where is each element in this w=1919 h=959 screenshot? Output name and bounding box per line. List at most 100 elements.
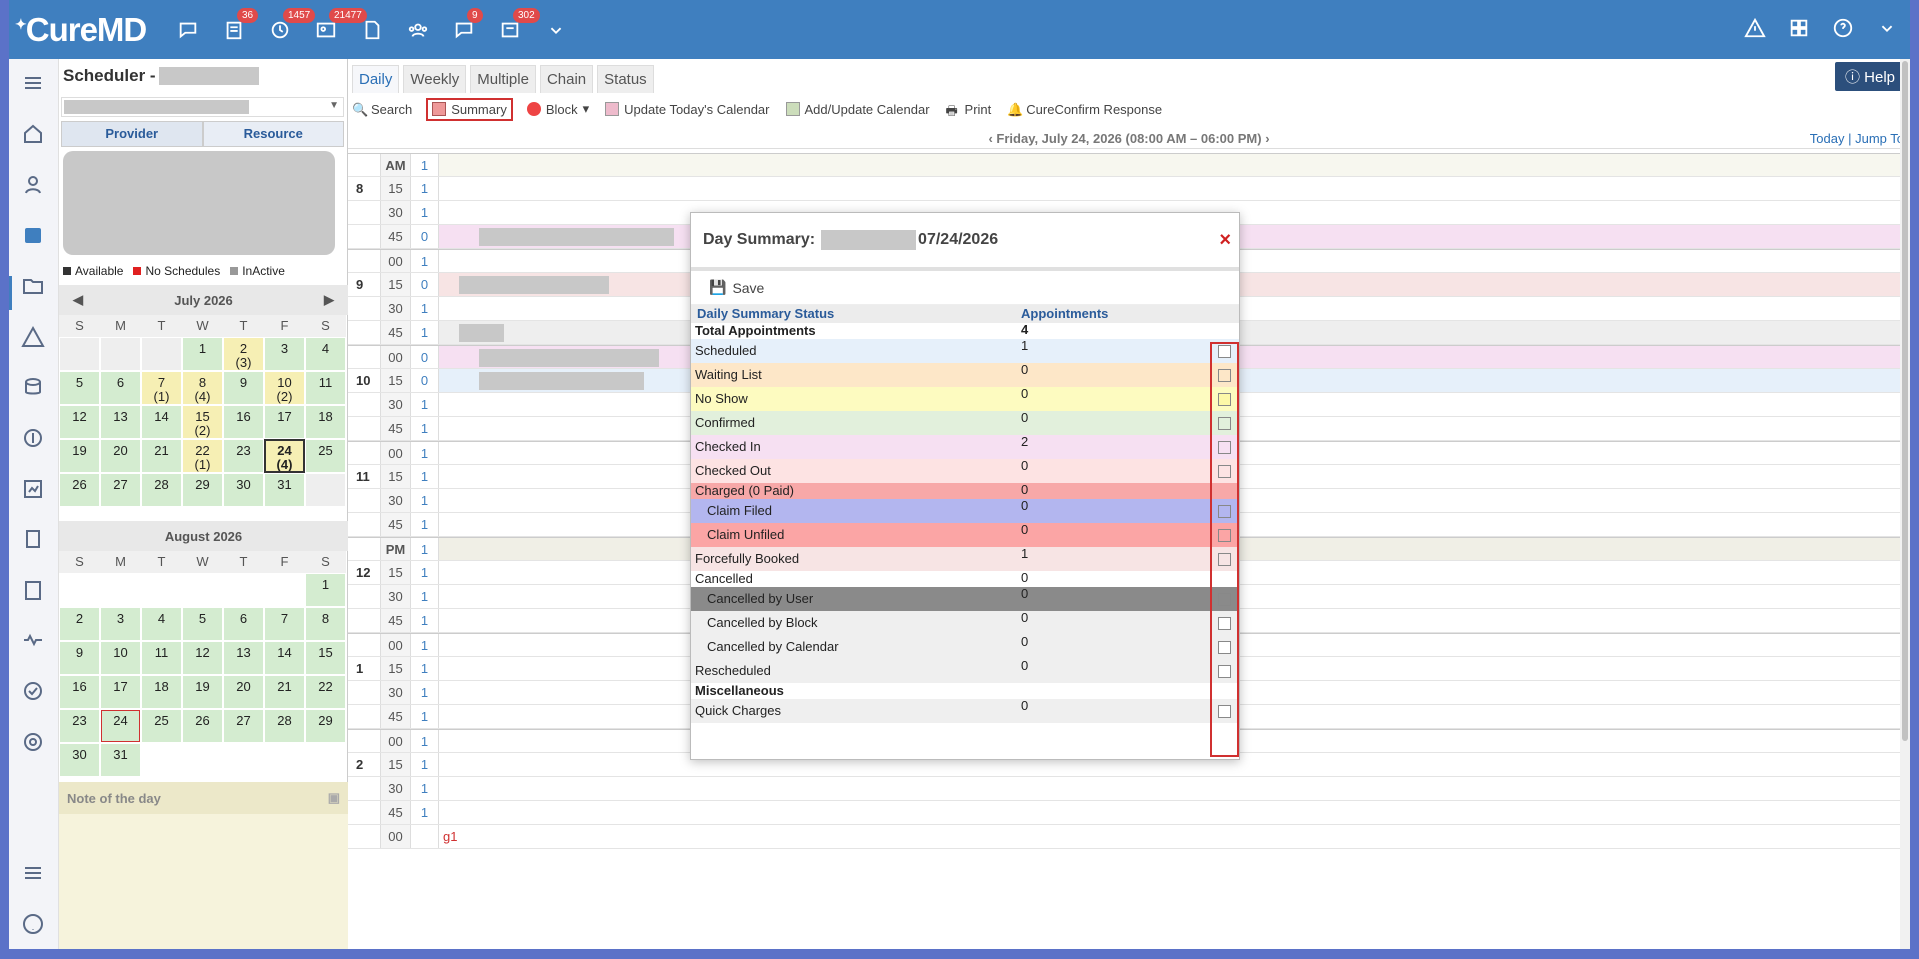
day-cell[interactable]: 3 bbox=[100, 607, 141, 641]
schedule-row[interactable]: 45 1 bbox=[348, 801, 1910, 825]
day-cell[interactable]: 29 bbox=[182, 473, 223, 507]
tab-provider[interactable]: Provider bbox=[61, 121, 203, 147]
day-cell[interactable]: 22 (1) bbox=[182, 439, 223, 473]
group-icon[interactable] bbox=[395, 0, 441, 59]
day-cell[interactable]: 5 bbox=[59, 371, 100, 405]
heartbeat-icon[interactable] bbox=[21, 628, 47, 654]
prev-month-icon[interactable]: ◀ bbox=[73, 292, 83, 308]
home-icon[interactable] bbox=[21, 122, 47, 148]
update-calendar-button[interactable]: Update Today's Calendar bbox=[605, 102, 770, 117]
messages-icon[interactable] bbox=[165, 0, 211, 59]
day-cell[interactable]: 3 bbox=[264, 337, 305, 371]
day-cell[interactable]: 31 bbox=[264, 473, 305, 507]
day-cell[interactable]: 2 bbox=[59, 607, 100, 641]
user-menu-chevron-icon[interactable] bbox=[1876, 17, 1898, 42]
day-cell[interactable]: 23 bbox=[223, 439, 264, 473]
tab-status[interactable]: Status bbox=[597, 65, 654, 93]
day-cell[interactable]: 9 bbox=[59, 641, 100, 675]
day-cell[interactable]: 1 bbox=[182, 337, 223, 371]
block-button[interactable]: Block ▾ bbox=[526, 101, 589, 117]
reports-icon[interactable] bbox=[21, 477, 47, 503]
day-cell[interactable]: 25 bbox=[141, 709, 182, 743]
day-cell[interactable]: 6 bbox=[223, 607, 264, 641]
document-icon[interactable] bbox=[349, 0, 395, 59]
lab-icon[interactable]: 302 bbox=[487, 0, 540, 59]
schedule-row[interactable]: 00 g1 bbox=[348, 825, 1910, 849]
cureconfirm-button[interactable]: 🔔 CureConfirm Response bbox=[1007, 102, 1162, 118]
day-cell[interactable]: 16 bbox=[59, 675, 100, 709]
day-cell[interactable]: 14 bbox=[141, 405, 182, 439]
day-cell[interactable]: 31 bbox=[100, 743, 141, 777]
close-dialog-button[interactable]: × bbox=[1219, 229, 1231, 252]
day-cell[interactable]: 13 bbox=[223, 641, 264, 675]
day-cell[interactable]: 19 bbox=[59, 439, 100, 473]
day-cell[interactable]: 21 bbox=[264, 675, 305, 709]
day-cell[interactable]: 14 bbox=[264, 641, 305, 675]
day-cell[interactable]: 23 bbox=[59, 709, 100, 743]
day-cell[interactable]: 7 bbox=[264, 607, 305, 641]
day-cell[interactable]: 17 bbox=[100, 675, 141, 709]
referral-icon[interactable]: 9 bbox=[441, 0, 487, 59]
day-cell[interactable]: 18 bbox=[305, 405, 346, 439]
help-icon[interactable] bbox=[21, 912, 47, 938]
day-cell[interactable]: 28 bbox=[141, 473, 182, 507]
day-cell[interactable]: 19 bbox=[182, 675, 223, 709]
warning-icon[interactable] bbox=[1744, 17, 1766, 42]
day-cell[interactable]: 8 (4) bbox=[182, 371, 223, 405]
day-cell[interactable]: 12 bbox=[59, 405, 100, 439]
tasks-icon[interactable]: 36 bbox=[211, 0, 259, 59]
today-link[interactable]: Today bbox=[1810, 131, 1845, 146]
appointment-block[interactable] bbox=[459, 276, 609, 294]
day-cell[interactable]: 18 bbox=[141, 675, 182, 709]
day-cell[interactable]: 6 bbox=[100, 371, 141, 405]
day-cell[interactable]: 17 bbox=[264, 405, 305, 439]
tab-weekly[interactable]: Weekly bbox=[403, 65, 467, 93]
appointment-block[interactable] bbox=[459, 324, 504, 342]
day-cell[interactable]: 24 (4) bbox=[264, 439, 305, 473]
calendar-icon[interactable] bbox=[21, 223, 47, 249]
appointment-block[interactable] bbox=[479, 372, 644, 390]
day-cell[interactable]: 26 bbox=[182, 709, 223, 743]
schedule-row[interactable]: AM 1 bbox=[348, 153, 1910, 177]
day-cell[interactable]: 27 bbox=[223, 709, 264, 743]
save-summary-button[interactable]: 💾 Save bbox=[691, 271, 1239, 305]
day-cell[interactable]: 16 bbox=[223, 405, 264, 439]
day-cell[interactable]: 20 bbox=[100, 439, 141, 473]
appointment-block[interactable] bbox=[479, 349, 659, 367]
apps-icon[interactable] bbox=[1788, 17, 1810, 42]
day-cell[interactable]: 4 bbox=[141, 607, 182, 641]
facility-icon[interactable] bbox=[21, 527, 47, 553]
schedule-row[interactable]: 8 15 1 bbox=[348, 177, 1910, 201]
note-of-the-day[interactable]: Note of the day ▣ bbox=[59, 782, 348, 949]
day-cell[interactable]: 4 bbox=[305, 337, 346, 371]
day-cell[interactable]: 7 (1) bbox=[141, 371, 182, 405]
day-cell[interactable]: 15 bbox=[305, 641, 346, 675]
day-cell[interactable]: 22 bbox=[305, 675, 346, 709]
day-cell[interactable]: 5 bbox=[182, 607, 223, 641]
help-button[interactable]: ⓘ Help bbox=[1834, 62, 1905, 91]
provider-select[interactable]: ▼ bbox=[61, 97, 344, 117]
day-cell[interactable]: 12 bbox=[182, 641, 223, 675]
day-cell[interactable]: 11 bbox=[141, 641, 182, 675]
day-cell[interactable]: 10 bbox=[100, 641, 141, 675]
day-cell[interactable]: 1 bbox=[305, 573, 346, 607]
day-cell[interactable]: 2 (3) bbox=[223, 337, 264, 371]
clipboard-icon[interactable] bbox=[21, 578, 47, 604]
sliders-icon[interactable] bbox=[21, 861, 47, 887]
save-note-icon[interactable]: ▣ bbox=[328, 790, 340, 806]
folder-icon[interactable] bbox=[21, 274, 47, 300]
schedule-row[interactable]: 30 1 bbox=[348, 777, 1910, 801]
day-cell[interactable]: 15 (2) bbox=[182, 405, 223, 439]
tab-chain[interactable]: Chain bbox=[539, 65, 594, 93]
day-cell[interactable]: 28 bbox=[264, 709, 305, 743]
tab-resource[interactable]: Resource bbox=[202, 121, 344, 147]
appointment-block[interactable] bbox=[479, 228, 674, 246]
day-cell[interactable]: 9 bbox=[223, 371, 264, 405]
next-day-icon[interactable]: › bbox=[1262, 131, 1269, 146]
app-logo[interactable]: ✦CureMD bbox=[15, 11, 165, 49]
alert-icon[interactable] bbox=[21, 325, 47, 351]
tab-daily[interactable]: Daily bbox=[352, 65, 400, 93]
day-cell[interactable]: 21 bbox=[141, 439, 182, 473]
add-update-calendar-button[interactable]: Add/Update Calendar bbox=[785, 102, 930, 117]
jump-to-link[interactable]: Jump To bbox=[1855, 131, 1904, 146]
